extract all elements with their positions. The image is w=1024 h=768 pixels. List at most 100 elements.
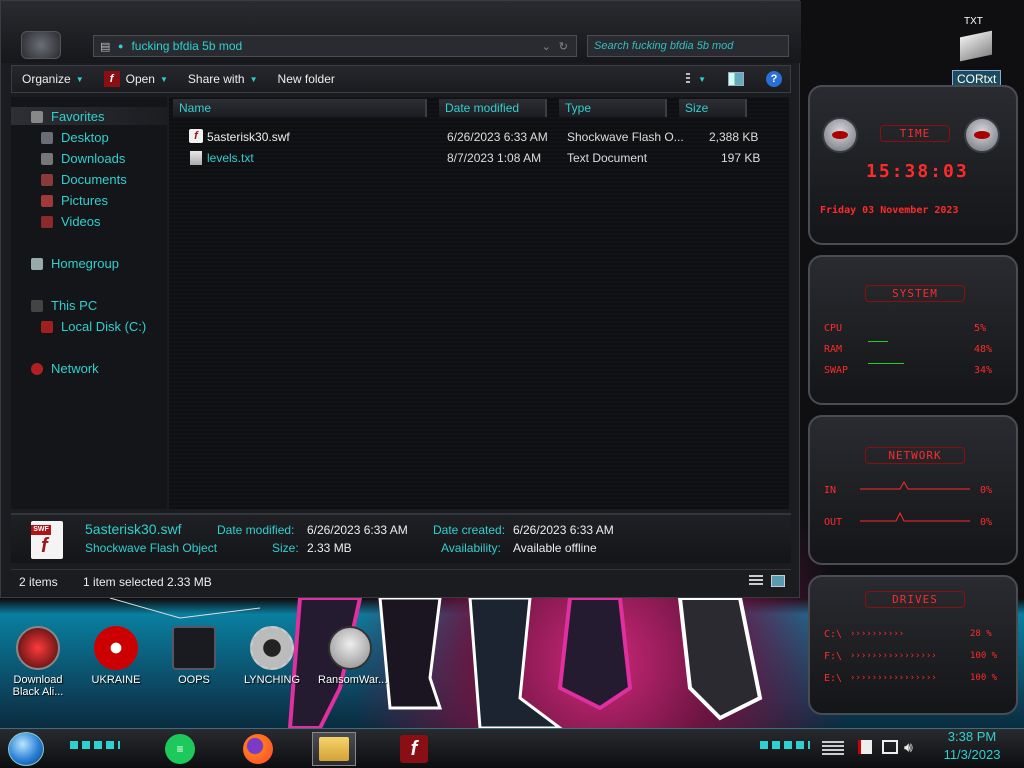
taskbar-app-flash-player[interactable]: f [392,732,436,766]
search-box[interactable] [587,35,789,57]
homegroup-icon [31,257,43,270]
desktop-file-txt[interactable]: TXT CORtxt [950,14,1002,88]
details-date-created: 6/26/2023 6:33 AM [513,523,614,537]
drive-e-bar: ›››››››››››››››› [850,673,937,683]
desktop-icon-ukraine[interactable]: UKRAINE [84,626,148,686]
open-label: Open [125,72,155,86]
column-name[interactable]: Name [173,99,427,117]
network-status-icon[interactable] [882,740,898,754]
help-button[interactable]: ? [764,70,784,88]
nav-item-documents[interactable]: Documents [41,172,127,187]
drive-c-label: C:\ [824,629,843,640]
nav-label: Favorites [51,109,105,124]
command-bar: Organize ▼ f Open ▼ Share with ▼ New fol… [11,65,791,93]
navigation-pane: Favorites Desktop Downloads Documents Pi… [11,97,167,509]
desktop-icon-label: UKRAINE [91,674,141,686]
organize-label: Organize [22,72,71,86]
desktop-icon-download-black-alien[interactable]: Download Black Ali... [6,626,70,698]
address-bar[interactable]: ▤ ● fucking bfdia 5b mod ⌄ ↻ [93,35,577,57]
nav-label: Downloads [61,151,126,166]
nav-item-desktop[interactable]: Desktop [41,130,109,145]
nav-item-network[interactable]: Network [31,361,99,376]
open-button[interactable]: f Open ▼ [94,66,178,92]
details-date-created-label: Date created: [433,523,506,537]
drives-gadget: DRIVES C:\ ›››››››››› 28 % F:\ ›››››››››… [808,575,1018,715]
taskbar-app-firefox[interactable] [236,732,280,766]
details-size: 2.33 MB [307,541,352,555]
taskbar: ≡ f 🔊︎ 3:38 PM 11/3/2023 [0,728,1024,768]
nav-label: Network [51,361,99,376]
nav-item-downloads[interactable]: Downloads [41,151,125,166]
clock-time[interactable]: 3:38 PM [930,729,1014,744]
column-type[interactable]: Type [559,99,667,117]
gear-icon [250,626,294,670]
file-list: Name Date modified Type Size f 5asterisk… [169,97,789,509]
column-size[interactable]: Size [679,99,747,117]
show-desktop-icon[interactable] [822,741,844,755]
share-with-button[interactable]: Share with ▼ [178,66,268,92]
nav-label: Pictures [61,193,108,208]
caret-down-icon[interactable]: ▼ [160,75,168,84]
net-out-graph [860,511,970,522]
address-path[interactable]: fucking bfdia 5b mod [131,39,541,53]
time-title: TIME [880,125,950,142]
nav-item-homegroup[interactable]: Homegroup [31,256,119,271]
details-view-icon[interactable] [749,575,763,587]
ram-label: RAM [824,344,843,355]
action-center-flag-icon[interactable] [858,740,872,754]
caret-down-icon: ▼ [249,74,258,84]
taskbar-app-notes[interactable]: ≡ [158,732,202,766]
volume-icon[interactable]: 🔊︎ [904,739,913,756]
views-icon [686,73,691,85]
nav-item-pictures[interactable]: Pictures [41,193,108,208]
drive-e-value: 100 % [970,673,998,683]
new-folder-button[interactable]: New folder [268,66,345,92]
large-icons-view-icon[interactable] [771,575,785,587]
refresh-icon[interactable]: ↻ [559,40,568,53]
flash-icon: f [400,735,428,763]
desktop-icon-lynching[interactable]: LYNCHING [240,626,304,686]
drives-title: DRIVES [865,591,965,608]
folder-icon: ▤ [100,41,111,53]
nav-item-local-disk[interactable]: Local Disk (C:) [41,319,146,334]
star-icon [31,110,43,123]
new-folder-label: New folder [277,72,335,86]
file-explorer-window: ▤ ● fucking bfdia 5b mod ⌄ ↻ Organize ▼ … [0,0,801,598]
file-date: 8/7/2023 1:08 AM [447,151,542,165]
chevron-right-icon: ● [118,41,124,51]
system-title: SYSTEM [865,285,965,302]
documents-icon [41,173,53,186]
file-size: 197 KB [721,151,761,165]
search-input[interactable] [594,40,774,52]
help-icon: ? [766,71,782,87]
notes-icon: ≡ [165,734,195,764]
file-row[interactable]: levels.txt 8/7/2023 1:08 AM Text Documen… [169,148,789,168]
start-button[interactable] [8,732,44,766]
net-in-label: IN [824,485,837,496]
change-view-button[interactable]: ▼ [686,70,706,88]
desktop-icon-ransomware[interactable]: RansomWar... [318,626,387,686]
clock-date[interactable]: 11/3/2023 [930,747,1014,762]
chevron-down-icon[interactable]: ⌄ [542,40,551,53]
net-in-value: 0% [980,485,993,496]
caret-down-icon: ▼ [75,74,84,84]
details-pane: SWF f 5asterisk30.swf Shockwave Flash Ob… [11,513,791,563]
nav-label: Homegroup [51,256,119,271]
column-headers: Name Date modified Type Size [169,99,789,117]
preview-pane-button[interactable] [726,70,746,88]
file-icon [960,30,992,62]
file-row[interactable]: f 5asterisk30.swf 6/26/2023 6:33 AM Shoc… [169,127,789,147]
computer-icon [31,299,43,312]
column-date-modified[interactable]: Date modified [439,99,547,117]
alien-orb-icon [16,626,60,670]
taskbar-app-file-explorer[interactable] [312,732,356,766]
organize-button[interactable]: Organize ▼ [12,66,94,92]
nav-item-this-pc[interactable]: This PC [31,298,97,313]
nav-item-videos[interactable]: Videos [41,214,101,229]
downloads-icon [41,152,53,165]
back-forward-orb[interactable] [21,31,61,59]
nav-item-favorites[interactable]: Favorites [31,109,104,124]
cpu-label: CPU [824,323,843,334]
desktop-icon-label: OOPS [178,674,210,686]
desktop-icon-oops[interactable]: OOPS [162,626,226,686]
